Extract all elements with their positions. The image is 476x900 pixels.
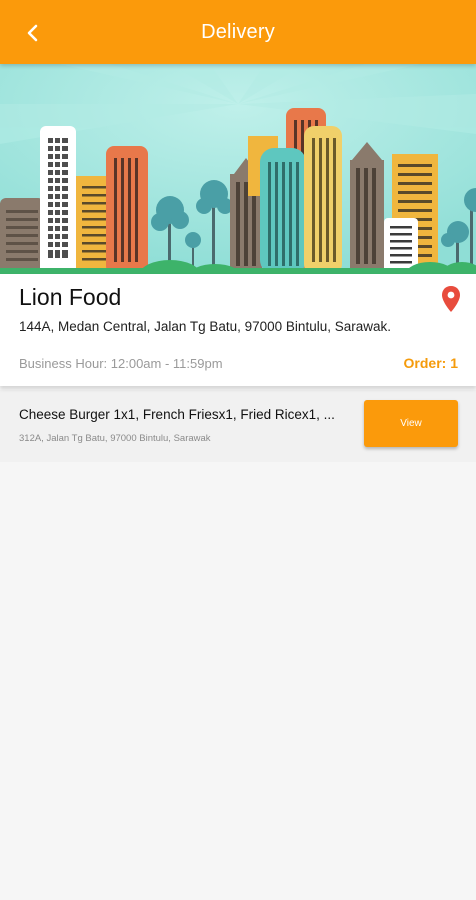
map-pin-icon[interactable] <box>440 285 462 313</box>
page-title: Delivery <box>201 20 275 43</box>
store-address: 144A, Medan Central, Jalan Tg Batu, 9700… <box>19 319 391 334</box>
business-hours: Business Hour: 12:00am - 11:59pm <box>19 356 223 371</box>
store-name: Lion Food <box>19 284 122 310</box>
delivery-screen: Delivery Lion Food 144A, Medan Central, … <box>0 0 476 900</box>
order-delivery-address: 312A, Jalan Tg Batu, 97000 Bintulu, Sara… <box>19 433 211 444</box>
order-list-item[interactable]: Cheese Burger 1x1, French Friesx1, Fried… <box>0 390 476 462</box>
order-count: Order: 1 <box>403 355 458 371</box>
city-banner-image <box>0 64 476 274</box>
order-items-summary: Cheese Burger 1x1, French Friesx1, Fried… <box>19 407 335 422</box>
app-header: Delivery <box>0 0 476 64</box>
view-order-button[interactable]: View <box>364 400 458 447</box>
store-info-card: Lion Food 144A, Medan Central, Jalan Tg … <box>0 274 476 386</box>
